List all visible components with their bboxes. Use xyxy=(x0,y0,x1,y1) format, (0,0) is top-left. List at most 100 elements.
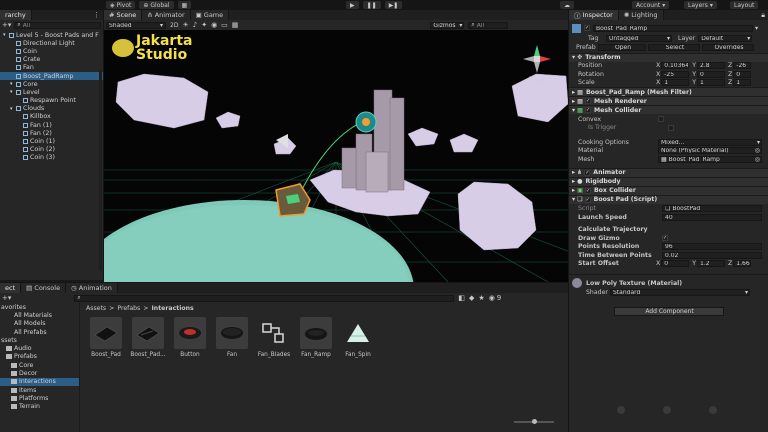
hierarchy-item[interactable]: ▾ Level xyxy=(0,88,103,96)
layer-dropdown[interactable]: Default ▾ xyxy=(698,34,753,42)
prefab-select-button[interactable]: Select xyxy=(648,44,700,51)
hierarchy-item[interactable]: ▾ Level 5 - Boost Pads and F xyxy=(0,31,103,39)
scene-canvas[interactable] xyxy=(104,30,568,282)
boost-pad-selected[interactable] xyxy=(275,183,311,217)
is-trigger-checkbox[interactable] xyxy=(668,124,674,131)
material-field[interactable]: None (Physic Material) ◎ xyxy=(658,147,762,155)
project-tree-item[interactable]: avorites xyxy=(0,303,79,311)
tab-scene[interactable]: # Scene xyxy=(104,10,143,20)
tab-animation[interactable]: ◷ Animation xyxy=(66,283,118,293)
hierarchy-scrollbar[interactable] xyxy=(99,70,102,270)
active-checkbox[interactable]: ✓ xyxy=(584,25,590,31)
hierarchy-item[interactable]: Coin xyxy=(0,47,103,55)
project-tree-item[interactable]: Audio xyxy=(0,344,79,352)
layers-button[interactable]: Layers ▾ xyxy=(684,1,717,9)
add-icon[interactable]: +▾ xyxy=(2,294,11,302)
orientation-gizmo[interactable]: Persp xyxy=(522,44,552,83)
slider-handle[interactable] xyxy=(532,419,537,424)
tab-lighting[interactable]: ✺ Lighting xyxy=(618,10,664,20)
offset-x-input[interactable]: 0 xyxy=(661,260,690,268)
project-tree-item[interactable]: Terrain xyxy=(0,403,79,411)
project-tree-item[interactable]: Platforms xyxy=(0,394,79,402)
audio-icon[interactable]: ♪ xyxy=(193,21,197,29)
persp-label[interactable]: Persp xyxy=(522,76,552,83)
script-field[interactable]: ❏ BoostPad xyxy=(662,205,762,213)
transform-scale-z-input[interactable]: 1 xyxy=(733,79,752,87)
animator-checkbox[interactable]: ✓ xyxy=(584,169,591,176)
gizmos-dropdown[interactable]: Gizmos ▾ xyxy=(430,21,465,29)
eye-icon[interactable]: ◉ xyxy=(489,294,495,302)
scene-search-input[interactable]: ⌕ All xyxy=(468,21,509,29)
asset-item[interactable]: Boost_Pad xyxy=(86,317,126,358)
camera-icon[interactable]: ▭ xyxy=(221,21,228,29)
filter-type-icon[interactable]: ◧ xyxy=(458,294,465,302)
prefab-overrides-button[interactable]: Overrides xyxy=(702,44,754,51)
transform-position-x-input[interactable]: 0.1036420 xyxy=(661,62,690,70)
mesh-filter-header[interactable]: ▸ ▦ Boost_Pad_Ramp (Mesh Filter) xyxy=(569,87,768,96)
box-collider-header[interactable]: ▸ ▣ ✓ Box Collider xyxy=(569,185,768,195)
hierarchy-item[interactable]: ▾ Clouds xyxy=(0,105,103,113)
hierarchy-item[interactable]: Boost_PadRamp xyxy=(0,71,103,81)
asset-item[interactable]: Fan_Blades xyxy=(254,317,294,358)
favorite-icon[interactable]: ★ xyxy=(478,294,484,302)
tab-game[interactable]: ▣ Game xyxy=(190,10,230,20)
tab-project[interactable]: ect xyxy=(0,283,22,293)
hidden-objects-icon[interactable]: ◉ xyxy=(211,21,217,29)
project-tree-item[interactable]: All Models xyxy=(0,320,79,328)
object-name-field[interactable]: Boost_Pad_Ramp xyxy=(593,24,753,32)
boost-pad-header[interactable]: ▾ ❏ ✓ Boost Pad (Script) xyxy=(569,194,768,204)
mesh-renderer-checkbox[interactable]: ✓ xyxy=(584,98,591,104)
filter-label-icon[interactable]: ◆ xyxy=(469,294,474,302)
hierarchy-search-input[interactable]: ⌕ All xyxy=(14,21,101,29)
thumbnail-size-slider[interactable] xyxy=(514,419,554,424)
transform-position-y-input[interactable]: 2.8 xyxy=(697,62,726,70)
transform-header[interactable]: ▾ ✥ Transform xyxy=(569,52,768,62)
tab-inspector[interactable]: ⓘ Inspector xyxy=(569,10,619,20)
step-button[interactable]: ▶❚ xyxy=(384,1,403,9)
transform-scale-y-input[interactable]: 1 xyxy=(697,79,726,87)
hierarchy-item[interactable]: ▾ Core xyxy=(0,80,103,88)
mesh-collider-header[interactable]: ▾ ▦ ✓ Mesh Collider xyxy=(569,105,768,114)
hierarchy-item[interactable]: Fan (2) xyxy=(0,129,103,137)
mode-2d-toggle[interactable]: 2D xyxy=(170,22,178,29)
project-tree-item[interactable]: Core xyxy=(0,361,79,369)
transform-rotation-z-input[interactable]: 0 xyxy=(733,70,752,78)
project-tree-item[interactable]: Decor xyxy=(0,369,79,377)
transform-rotation-x-input[interactable]: -25 xyxy=(661,70,690,78)
shader-dropdown[interactable]: Standard ▾ xyxy=(610,288,750,296)
collab-button[interactable]: ☁ xyxy=(560,1,574,9)
pivot-button[interactable]: ◈ Pivot xyxy=(106,1,136,9)
prefab-open-button[interactable]: Open xyxy=(598,44,646,51)
transform-rotation-y-input[interactable]: 0 xyxy=(697,70,726,78)
add-component-button[interactable]: Add Component xyxy=(613,306,724,316)
convex-checkbox[interactable] xyxy=(658,116,664,123)
grid-snap-button[interactable]: ▦ xyxy=(177,1,192,9)
target-icon[interactable]: ◎ xyxy=(755,148,760,153)
offset-y-input[interactable]: 1.2 xyxy=(697,260,726,268)
hierarchy-item[interactable]: Crate xyxy=(0,56,103,64)
transform-scale-x-input[interactable]: 1 xyxy=(661,79,690,87)
tab-console[interactable]: ▤ Console xyxy=(21,283,67,293)
hierarchy-item[interactable]: Fan xyxy=(0,64,103,72)
transform-position-z-input[interactable]: -26 xyxy=(733,62,752,70)
hierarchy-item[interactable]: Directional Light xyxy=(0,39,103,47)
project-tree-item[interactable]: ssets xyxy=(0,336,79,344)
pause-button[interactable]: ❚❚ xyxy=(362,1,381,9)
asset-item[interactable]: Fan xyxy=(212,317,252,358)
grid-toggle-icon[interactable]: ▦ xyxy=(232,21,239,29)
play-button[interactable]: ▶ xyxy=(346,1,359,9)
hierarchy-item[interactable]: Respawn Point xyxy=(0,97,103,105)
points-resolution-input[interactable]: 96 xyxy=(662,243,762,251)
rigidbody-header[interactable]: ▸ ● Rigidbody xyxy=(569,176,768,186)
box-collider-checkbox[interactable]: ✓ xyxy=(584,187,591,194)
mesh-field[interactable]: ▦ Boost_Pad_Ramp ◎ xyxy=(658,155,762,163)
effects-icon[interactable]: ✦ xyxy=(201,21,207,29)
project-tree-item[interactable]: All Materials xyxy=(0,311,79,319)
light-icon[interactable]: ☀ xyxy=(182,21,188,29)
account-button[interactable]: Account ▾ xyxy=(632,1,670,9)
tab-animator[interactable]: ⋔ Animator xyxy=(142,10,191,20)
boost-pad-checkbox[interactable]: ✓ xyxy=(584,196,591,203)
hierarchy-item[interactable]: Coin (3) xyxy=(0,154,103,162)
menu-icon[interactable]: ⋮ xyxy=(93,11,100,19)
target-icon[interactable]: ◎ xyxy=(755,157,760,162)
